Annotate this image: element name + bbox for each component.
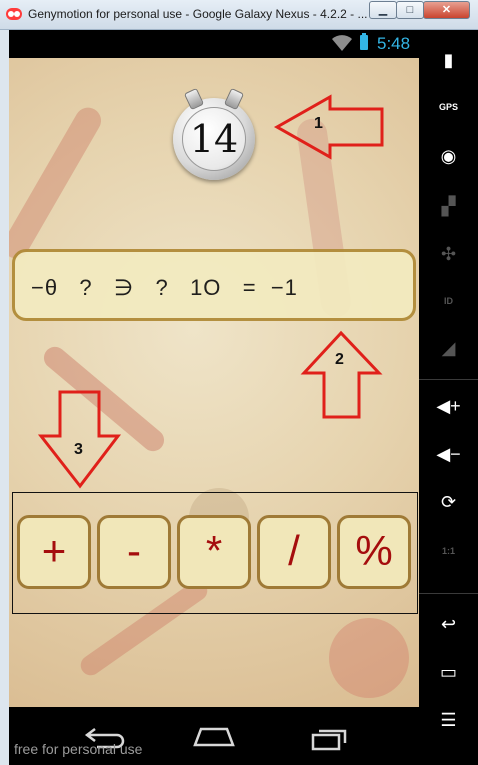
annotation-arrow-1 xyxy=(273,94,384,160)
cast-icon[interactable]: ◢ xyxy=(419,338,478,359)
annotation-label-3: 3 xyxy=(74,441,83,458)
device-id-icon[interactable]: ID xyxy=(419,296,478,306)
rotate-icon[interactable]: ⟳ xyxy=(419,492,478,513)
menu-icon[interactable]: ☰ xyxy=(419,710,478,731)
genymotion-sidebar: ▮ GPS ◉ ▞ ✣ ID ◢ ◀+ ◀− ⟳ 1:1 ↩ ▭ ☰ xyxy=(419,30,478,765)
back-icon[interactable]: ↩ xyxy=(419,614,478,635)
battery-widget-icon[interactable]: ▮ xyxy=(419,50,478,71)
annotation-label-2: 2 xyxy=(335,351,344,368)
video-capture-icon[interactable]: ▞ xyxy=(419,196,478,217)
camera-icon[interactable]: ◉ xyxy=(419,146,478,167)
gps-icon[interactable]: GPS xyxy=(419,102,478,112)
annotation-arrow-3 xyxy=(37,390,122,489)
dpad-icon[interactable]: ✣ xyxy=(419,244,478,265)
volume-down-icon[interactable]: ◀− xyxy=(419,444,478,465)
annotation-arrow-2 xyxy=(300,330,383,419)
annotation-label-1: 1 xyxy=(314,115,323,132)
volume-up-icon[interactable]: ◀+ xyxy=(419,396,478,417)
sidebar-divider xyxy=(419,379,478,380)
annotation-overlay: 1 2 3 xyxy=(37,94,384,489)
pixel-ratio-icon[interactable]: 1:1 xyxy=(419,546,478,556)
sidebar-divider xyxy=(419,593,478,594)
home-icon[interactable]: ▭ xyxy=(419,662,478,683)
